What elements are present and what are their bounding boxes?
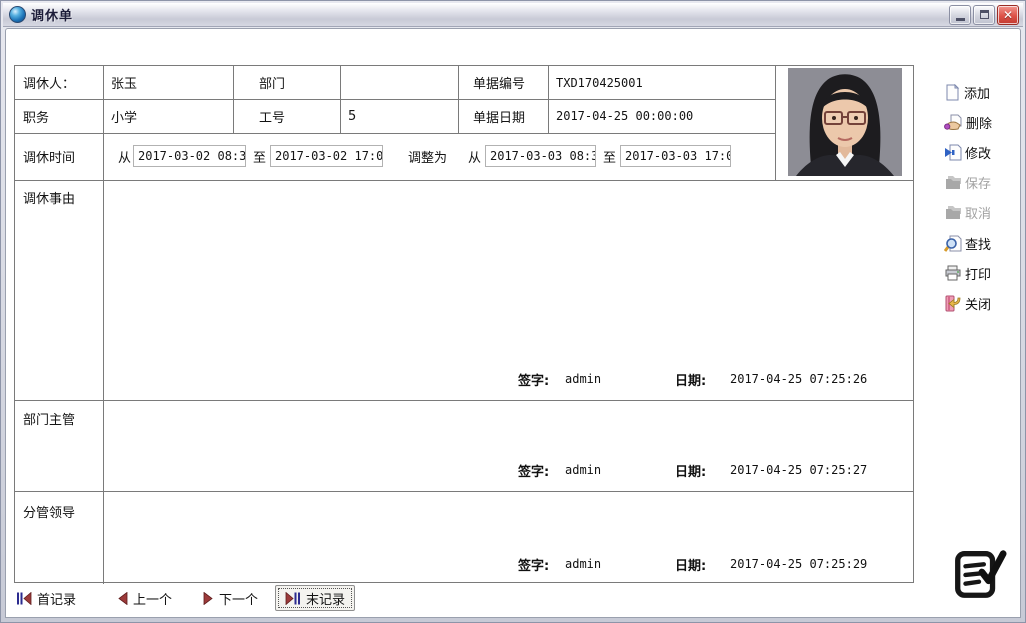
first-record-label: 首记录 bbox=[37, 592, 77, 608]
print-label: 打印 bbox=[965, 267, 992, 283]
add-icon bbox=[946, 83, 960, 100]
maximize-icon bbox=[979, 10, 989, 19]
table-grid-line bbox=[15, 400, 913, 401]
window-controls: ✕ bbox=[949, 4, 1019, 25]
leader-label: 分管领导 bbox=[23, 506, 76, 521]
reason-sign-label: 签字: bbox=[518, 374, 550, 389]
new-to-input[interactable]: 2017-03-03 17:00: bbox=[620, 145, 731, 167]
minimize-button[interactable] bbox=[949, 4, 971, 25]
leave-form-table: 调休人： 张玉 部门 单据编号 TXD170425001 职务 小学 工号 5 … bbox=[14, 65, 914, 584]
employee-photo-image bbox=[788, 68, 902, 176]
dept-manager-sign-value: admin bbox=[565, 463, 602, 477]
leader-sign-label: 签字: bbox=[518, 559, 550, 574]
next-record-icon bbox=[203, 591, 213, 605]
leader-sign-value: admin bbox=[565, 557, 602, 571]
window-title: 调休单 bbox=[31, 9, 74, 24]
minimize-icon bbox=[955, 17, 965, 21]
doc-date-label: 单据日期 bbox=[473, 110, 526, 126]
add-button[interactable]: 添加 bbox=[944, 81, 990, 103]
cancel-button: 取消 bbox=[944, 201, 991, 223]
cancel-label: 取消 bbox=[965, 206, 992, 222]
orig-to-input[interactable]: 2017-03-02 17:00: bbox=[270, 145, 383, 167]
delete-button[interactable]: 删除 bbox=[944, 111, 992, 133]
dept-manager-label: 部门主管 bbox=[23, 413, 76, 428]
doc-no-value: TXD170425001 bbox=[556, 75, 643, 90]
app-globe-icon bbox=[9, 6, 26, 23]
emp-no-label: 工号 bbox=[259, 110, 286, 126]
person-label: 调休人： bbox=[23, 77, 76, 92]
doc-no-label: 单据编号 bbox=[473, 77, 526, 92]
dept-manager-date-label: 日期: bbox=[675, 465, 707, 480]
table-grid-line bbox=[775, 66, 776, 180]
document-check-icon bbox=[955, 550, 1007, 598]
reason-sign-value: admin bbox=[565, 372, 602, 386]
last-record-label: 末记录 bbox=[305, 592, 345, 608]
app-window: 调休单 ✕ 调休人： 张玉 部门 单据编号 TXD170425001 职务 小学… bbox=[0, 0, 1026, 623]
print-button[interactable]: 打印 bbox=[944, 262, 991, 284]
find-button[interactable]: 查找 bbox=[944, 232, 991, 254]
modify-icon bbox=[945, 144, 962, 160]
find-icon bbox=[944, 235, 962, 252]
close-form-icon bbox=[945, 295, 961, 311]
prev-record-icon bbox=[118, 591, 128, 605]
first-record-button[interactable]: 首记录 bbox=[16, 587, 76, 609]
time-row-label: 调休时间 bbox=[23, 151, 76, 166]
from-label-1: 从 bbox=[118, 151, 132, 166]
form-area: 调休人： 张玉 部门 单据编号 TXD170425001 职务 小学 工号 5 … bbox=[5, 28, 1021, 618]
reason-date-label: 日期: bbox=[675, 374, 707, 389]
emp-no-value: 5 bbox=[348, 108, 357, 124]
save-label: 保存 bbox=[965, 176, 992, 192]
add-label: 添加 bbox=[964, 86, 991, 102]
adjust-label: 调整为 bbox=[408, 151, 448, 166]
find-label: 查找 bbox=[965, 237, 992, 253]
leader-date-value: 2017-04-25 07:25:29 bbox=[730, 557, 868, 571]
to-label-2: 至 bbox=[603, 151, 617, 166]
dept-manager-date-value: 2017-04-25 07:25:27 bbox=[730, 463, 868, 477]
job-title-label: 职务 bbox=[23, 110, 50, 126]
table-grid-line bbox=[103, 66, 104, 584]
maximize-button[interactable] bbox=[973, 4, 995, 25]
prev-record-label: 上一个 bbox=[133, 592, 173, 608]
title-bar[interactable]: 调休单 ✕ bbox=[3, 3, 1023, 27]
table-grid-line bbox=[15, 180, 913, 181]
checklist-logo-icon bbox=[950, 545, 1008, 603]
close-window-button[interactable]: ✕ bbox=[997, 4, 1019, 25]
reason-date-value: 2017-04-25 07:25:26 bbox=[730, 372, 868, 386]
last-record-button[interactable]: 末记录 bbox=[275, 585, 355, 611]
employee-photo bbox=[788, 68, 902, 176]
prev-record-button[interactable]: 上一个 bbox=[117, 587, 172, 609]
first-record-icon bbox=[17, 591, 32, 605]
job-title-value: 小学 bbox=[111, 110, 138, 126]
leader-date-label: 日期: bbox=[675, 559, 707, 574]
next-record-label: 下一个 bbox=[219, 592, 259, 608]
close-form-label: 关闭 bbox=[965, 297, 992, 313]
delete-icon bbox=[944, 114, 962, 130]
save-icon bbox=[946, 176, 961, 189]
dept-label: 部门 bbox=[259, 77, 286, 92]
orig-from-input[interactable]: 2017-03-02 08:30: bbox=[133, 145, 246, 167]
next-record-button[interactable]: 下一个 bbox=[203, 587, 258, 609]
close-form-button[interactable]: 关闭 bbox=[944, 292, 991, 314]
last-record-icon bbox=[285, 591, 300, 605]
to-label-1: 至 bbox=[253, 151, 267, 166]
doc-date-value: 2017-04-25 00:00:00 bbox=[556, 109, 694, 123]
from-label-2: 从 bbox=[468, 151, 482, 166]
modify-label: 修改 bbox=[965, 146, 992, 162]
person-value: 张玉 bbox=[111, 77, 138, 92]
new-from-input[interactable]: 2017-03-03 08:30: bbox=[485, 145, 596, 167]
print-icon bbox=[945, 265, 961, 281]
modify-button[interactable]: 修改 bbox=[944, 141, 991, 163]
dept-manager-sign-label: 签字: bbox=[518, 465, 550, 480]
close-icon: ✕ bbox=[1002, 7, 1014, 22]
cancel-icon bbox=[946, 206, 961, 219]
table-grid-line bbox=[15, 491, 913, 492]
delete-label: 删除 bbox=[966, 116, 993, 132]
reason-label: 调休事由 bbox=[23, 192, 76, 207]
save-button: 保存 bbox=[944, 171, 991, 193]
